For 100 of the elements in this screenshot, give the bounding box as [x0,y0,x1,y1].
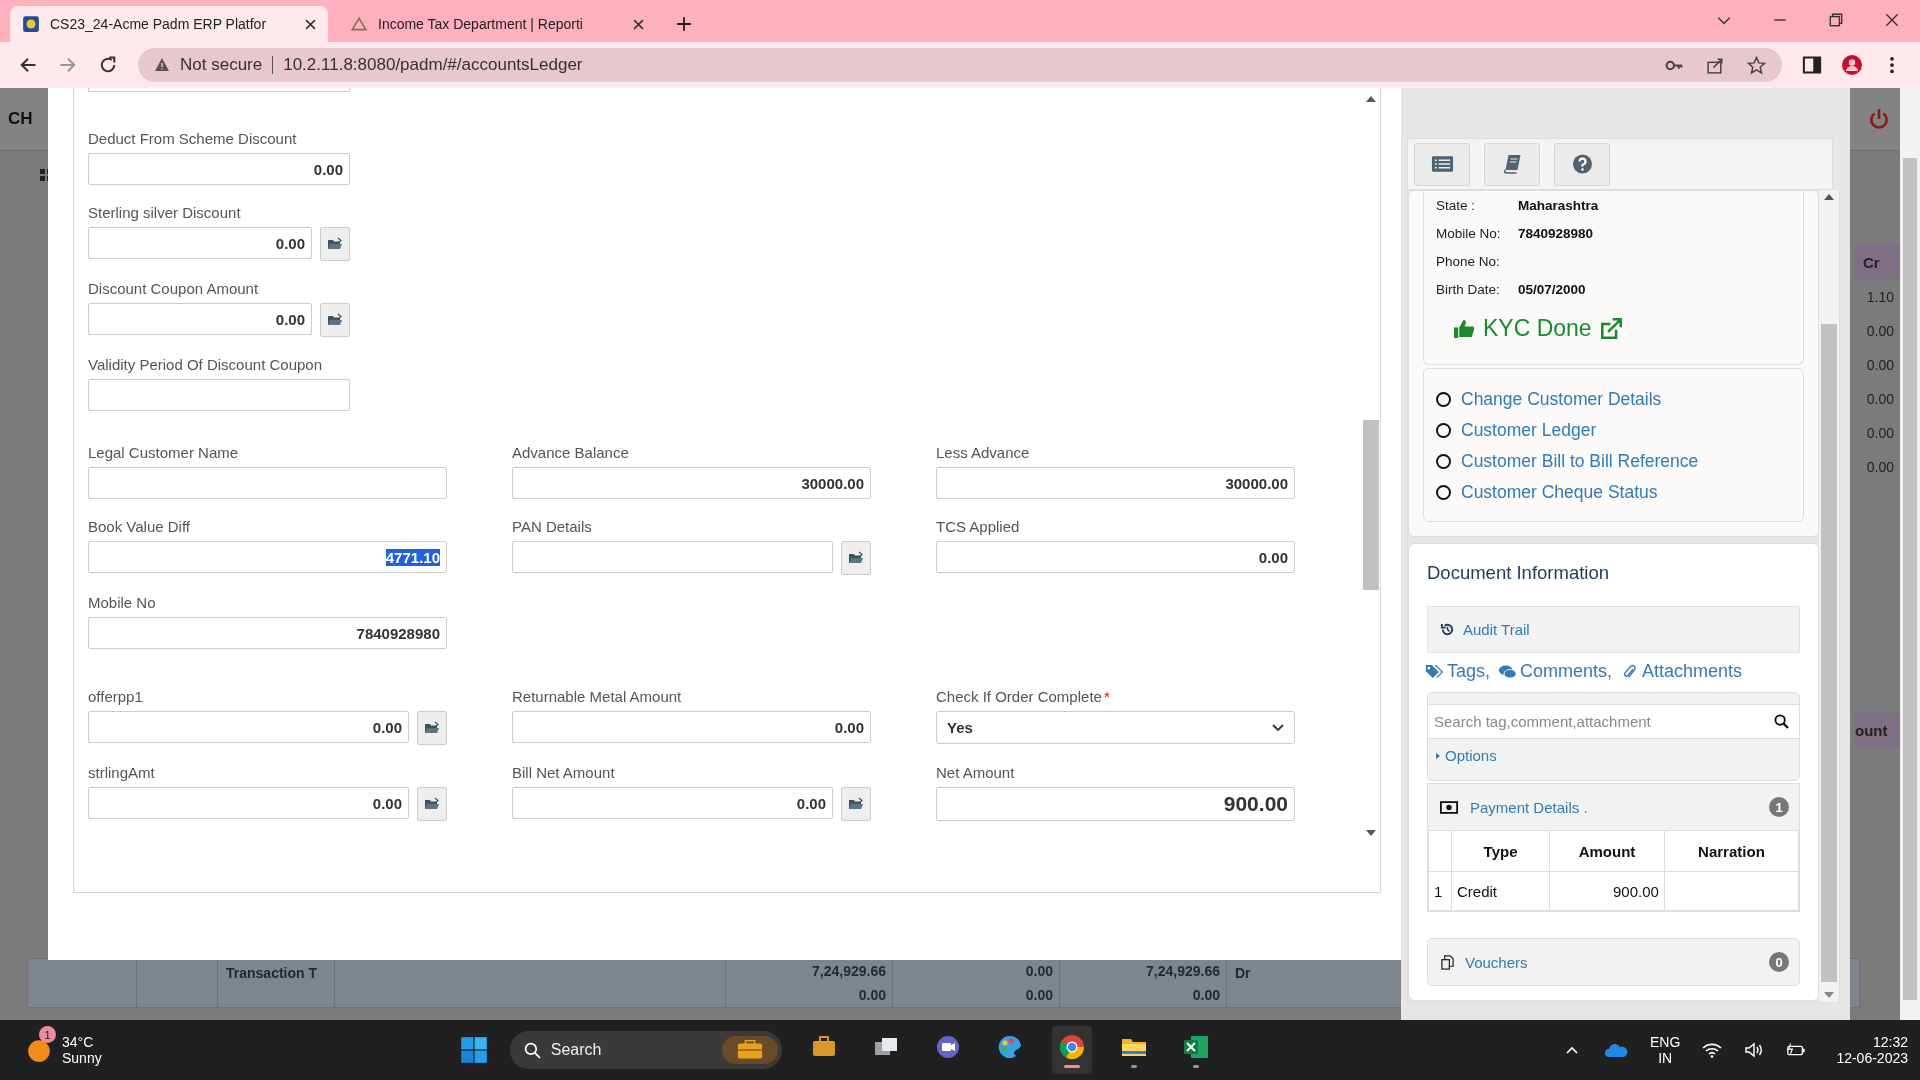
radio-button[interactable] [1436,392,1451,407]
side-panel-icon[interactable] [1802,55,1822,75]
table-cell: 0.00 [1025,987,1053,1003]
cloud-icon[interactable] [1604,1042,1629,1058]
scrollbar-thumb[interactable] [1903,158,1917,1000]
input-field[interactable] [88,467,447,499]
radio-button[interactable] [1436,485,1451,500]
share-icon[interactable] [1706,55,1725,75]
input-field[interactable]: 0.00 [936,541,1295,573]
list-icon[interactable] [1414,142,1470,186]
radio-button[interactable] [1436,423,1451,438]
payment-details-link[interactable]: Payment Details . [1470,798,1757,816]
input-field[interactable]: 0.00 [88,787,409,819]
scrollbar-thumb[interactable] [1821,324,1837,982]
start-icon[interactable] [459,1036,488,1064]
input-field[interactable]: 0.00 [88,153,350,185]
customer-link[interactable]: Customer Ledger [1461,420,1597,441]
new-tab-icon[interactable] [676,16,692,32]
column-header: Narration [1664,830,1799,872]
emblem-icon [350,15,368,33]
input-field[interactable] [88,88,350,92]
url-text: 10.2.11.8:8080/padm/#/accountsLedger [283,55,584,75]
input-field[interactable]: 4771.10 [88,541,447,573]
input-field[interactable]: 0.00 [512,711,871,743]
input-field[interactable] [512,541,833,573]
input-field[interactable]: 7840928980 [88,617,447,649]
table-cell: 7,24,929.66 [1146,963,1220,979]
folder-icon[interactable] [417,787,447,821]
kyc-link[interactable]: KYC Done [1454,315,1791,342]
speaker-icon[interactable] [1744,1042,1765,1058]
input-field[interactable]: 0.00 [88,303,312,335]
vouchers-link[interactable]: Vouchers [1465,953,1759,971]
scrollbar[interactable] [1819,190,1839,1002]
security-label: Not secure [180,55,263,75]
reload-icon[interactable] [98,55,118,75]
audit-trail-link[interactable]: Audit Trail [1427,606,1800,653]
scroll-up-icon[interactable] [1824,194,1834,200]
customer-link[interactable]: Change Customer Details [1461,389,1662,410]
clock[interactable]: 12:32 12-06-2023 [1828,1034,1908,1066]
scrollbar[interactable] [1900,88,1920,1020]
customer-link[interactable]: Customer Bill to Bill Reference [1461,451,1699,472]
field-label: Net Amount [936,764,1016,781]
count-badge: 0 [1769,952,1789,972]
input-field[interactable]: 0.00 [512,787,833,819]
field-label: Sterling silver Discount [88,204,242,221]
table-cell-text: Dr [1234,964,1252,983]
battery-icon[interactable] [1786,1042,1807,1058]
input-field[interactable] [88,379,350,411]
detail-label: Birth Date: [1436,281,1501,297]
restore-icon[interactable] [1828,12,1844,28]
browser-tab[interactable]: CS23_24-Acme Padm ERP Platfor [10,6,328,42]
address-bar[interactable]: Not secure 10.2.11.8:8080/padm/#/accountsLedger [138,48,1782,82]
browser-icon[interactable] [1051,1026,1092,1074]
weather-text: Sunny [62,1050,102,1066]
customer-link[interactable]: Customer Cheque Status [1461,482,1658,503]
avatar-icon[interactable] [1842,55,1862,75]
tab-title: CS23_24-Acme Padm ERP Platfor [50,16,268,32]
taskbar-search[interactable]: Search [509,1031,782,1069]
options-toggle[interactable]: Options [1428,739,1505,780]
folder-icon[interactable] [417,711,447,745]
field-label: Legal Customer Name [88,444,240,461]
input-field[interactable]: 0.00 [88,227,312,259]
scroll-down-icon[interactable] [1824,992,1834,998]
close-icon[interactable] [305,18,316,30]
close-icon[interactable] [1884,12,1900,28]
table-cell: 0.00 [1025,963,1053,979]
folder-icon[interactable] [320,227,350,261]
wifi-icon[interactable] [1702,1042,1723,1058]
doc-link[interactable]: Comments, [1498,661,1613,682]
input-field[interactable]: 900.00 [936,787,1295,821]
scrollbar-thumb[interactable] [1363,420,1379,590]
browser-tab[interactable]: Income Tax Department | Reporti [338,6,656,42]
doc-link[interactable]: Attachments [1620,661,1743,682]
input-field[interactable]: 0.00 [88,711,409,743]
table-cell: 900.00 [1549,871,1665,911]
search-field[interactable]: Search tag,comment,attachment [1427,704,1800,739]
folder-icon[interactable] [841,787,871,821]
input-field[interactable]: 30000.00 [512,467,871,499]
detail-label: Mobile No: [1436,225,1502,241]
language-indicator[interactable]: ENG IN [1650,1034,1681,1066]
close-icon[interactable] [633,18,644,30]
folder-icon[interactable] [320,303,350,337]
book-icon[interactable] [1484,142,1540,186]
doc-link[interactable]: Tags, [1425,661,1491,682]
back-icon[interactable] [18,55,38,75]
search-icon[interactable] [1774,714,1789,729]
star-icon[interactable] [1747,55,1766,75]
help-icon[interactable] [1554,142,1610,186]
field-label: Discount Coupon Amount [88,280,260,297]
copy-icon [1440,954,1455,970]
scroll-up-icon[interactable] [1366,96,1376,102]
field-label: Advance Balance [512,444,630,461]
dropdown[interactable]: Yes [936,711,1295,744]
power-icon[interactable] [1868,108,1890,130]
external-link-icon [1599,317,1623,340]
input-field[interactable]: 30000.00 [936,467,1295,499]
search-icon [523,1041,541,1059]
folder-icon[interactable] [841,541,871,575]
scroll-down-icon[interactable] [1366,830,1376,836]
radio-button[interactable] [1436,454,1451,469]
